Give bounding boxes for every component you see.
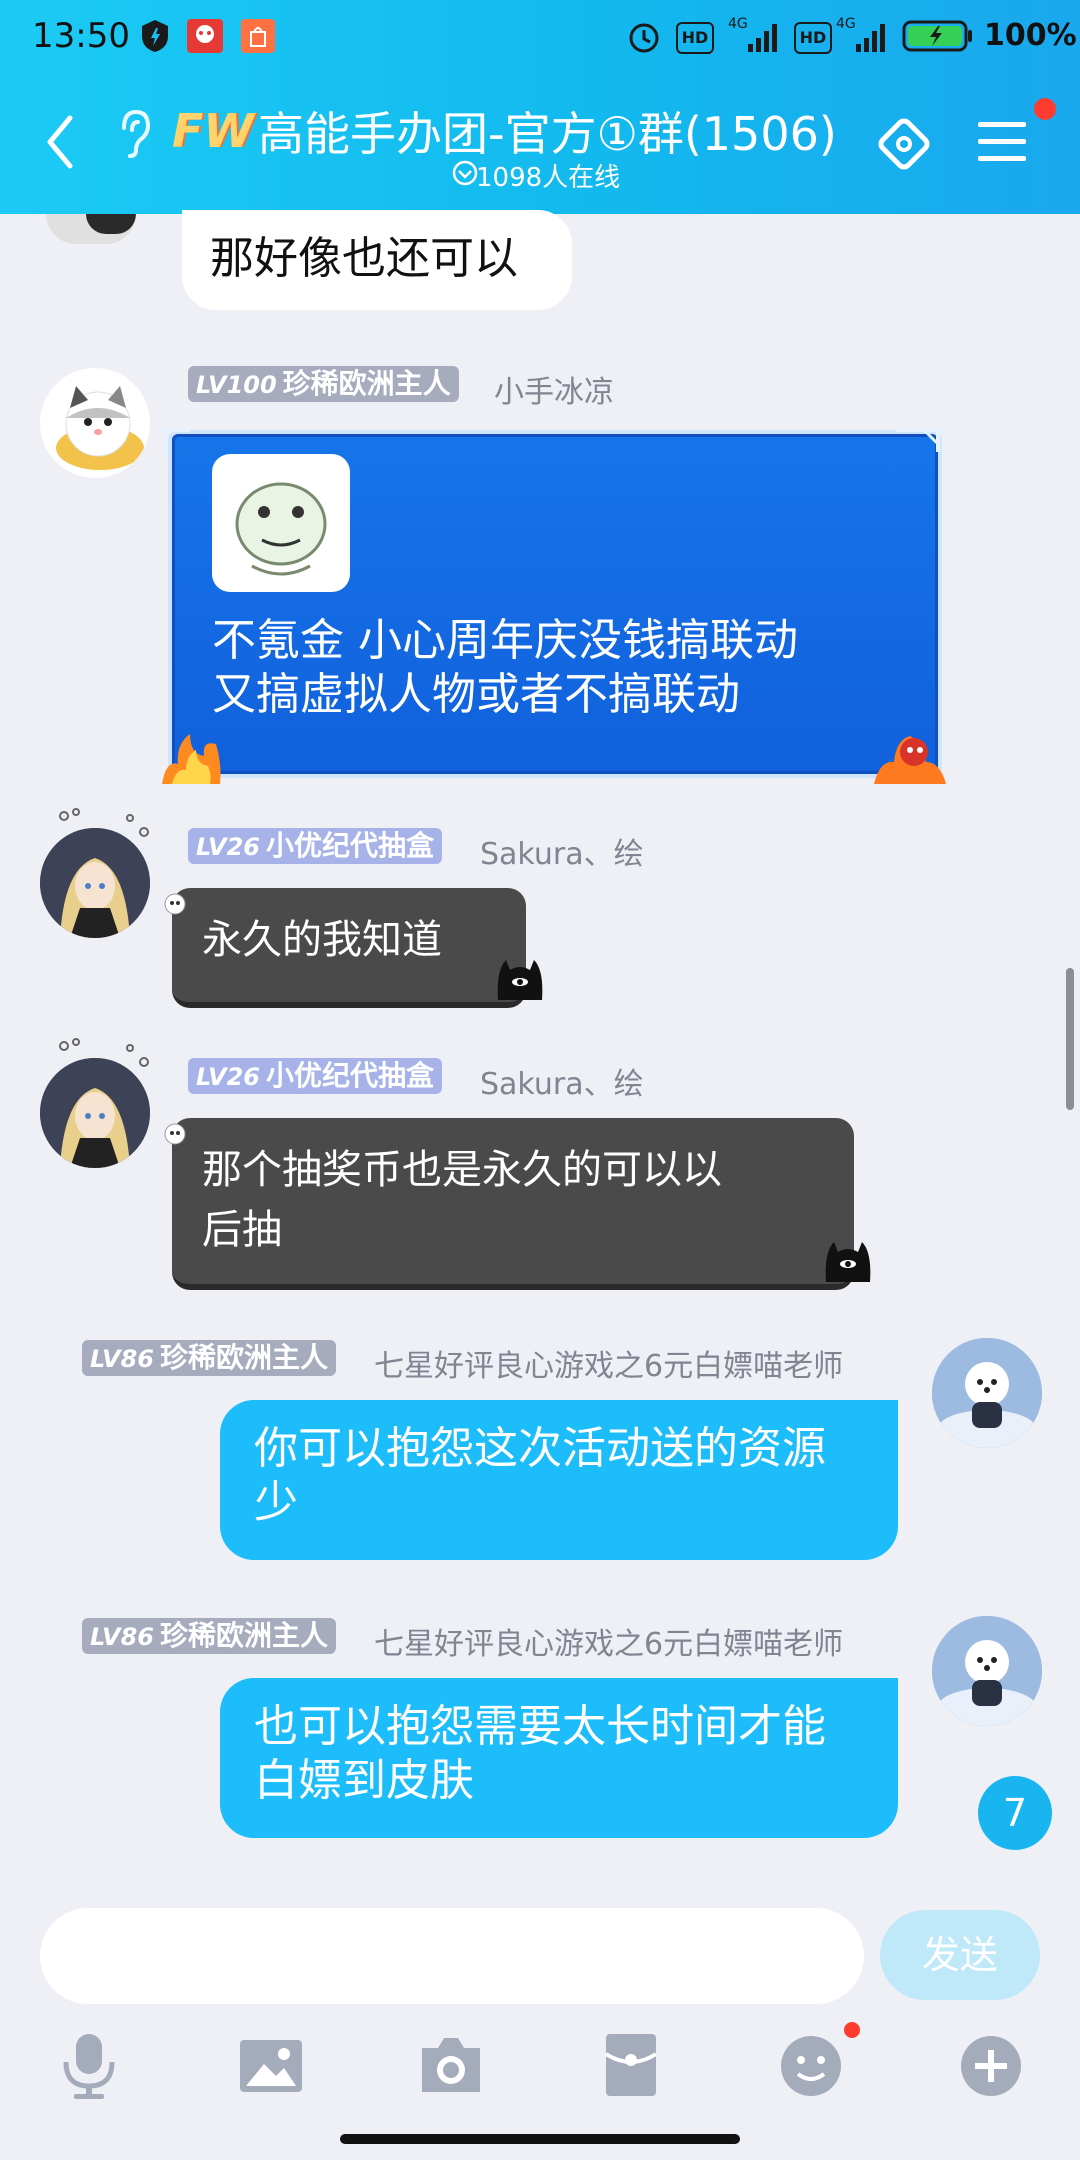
flame-decoration-icon [162,734,221,784]
level-label: LV26 [196,833,260,861]
battery-percent: 100% [984,18,1077,53]
message-text-line: 那个抽奖币也是永久的可以以 [202,1147,722,1193]
badge-title: 珍稀欧洲主人 [159,1341,328,1374]
signal-icon-2 [856,24,885,52]
online-count[interactable]: 1098人在线 [476,157,620,194]
dog-avatar-icon [932,1338,1042,1448]
group-logo: FW [172,104,255,158]
badge-title: 珍稀欧洲主人 [282,367,451,400]
special-message-bubble[interactable]: 不氪金 小心周年庆没钱搞联动 又搞虚拟人物或者不搞联动 [168,430,942,778]
scrollbar[interactable] [1066,968,1074,1110]
app-notification-icon [187,19,223,53]
corner-decoration-icon [164,428,190,454]
black-cat-decoration-icon [825,1242,871,1282]
sender-name[interactable]: Sakura、绘 [480,829,644,873]
sender-name[interactable]: 七星好评良心游戏之6元白嫖喵老师 [374,1619,843,1663]
ghost-decoration-icon [164,893,186,915]
member-level-badge: LV26 小优纪代抽盒 [188,1058,442,1094]
image-icon[interactable] [236,2030,306,2100]
member-level-badge: LV86 珍稀欧洲主人 [82,1618,336,1654]
avatar[interactable] [46,214,136,244]
message-text-line: 不氪金 小心周年庆没钱搞联动 [212,615,798,666]
hd-icon-2: HD [794,22,832,54]
avatar-decoration-icon [59,1038,149,1067]
message-text-line: 你可以抱怨这次活动送的资源 [254,1423,826,1474]
level-label: LV86 [90,1623,154,1651]
ghost-decoration-icon [164,1123,186,1145]
message-input[interactable] [40,1908,864,2004]
group-game-icon[interactable] [872,112,936,176]
mascot-decoration-icon [874,736,946,784]
battery-icon [902,20,972,52]
black-cat-decoration-icon [497,960,543,1000]
group-title[interactable]: 高能手办团-官方①群(1506) [258,98,837,164]
dog-avatar-icon [932,1616,1042,1726]
frog-sticker-icon [235,482,327,576]
member-level-badge: LV100 珍稀欧洲主人 [188,366,459,402]
badge-title: 小优纪代抽盒 [265,1059,434,1092]
badge-title: 小优纪代抽盒 [265,829,434,862]
back-arrow-icon[interactable] [40,112,80,172]
message-bubble[interactable]: 你可以抱怨这次活动送的资源 少 [220,1400,898,1560]
red-packet-icon[interactable] [596,2030,666,2100]
menu-icon[interactable] [976,118,1028,166]
message-text-line: 又搞虚拟人物或者不搞联动 [212,669,740,720]
level-label: LV86 [90,1345,154,1373]
avatar[interactable] [932,1616,1042,1726]
shield-icon [142,20,168,52]
message-bubble[interactable]: 那个抽奖币也是永久的可以以 后抽 [172,1118,854,1290]
message-text: 那好像也还可以 [210,233,518,284]
level-label: LV26 [196,1063,260,1091]
online-chevron-icon [452,160,478,186]
message-bubble[interactable]: 也可以抱怨需要太长时间才能 白嫖到皮肤 [220,1678,898,1838]
member-level-badge: LV86 珍稀欧洲主人 [82,1340,336,1376]
message-text-line: 少 [254,1477,298,1528]
message-text: 永久的我知道 [202,917,442,963]
message-text-line: 白嫖到皮肤 [254,1755,474,1806]
avatar[interactable] [40,368,150,478]
emoji-icon[interactable] [776,2030,846,2100]
message-text-line: 也可以抱怨需要太长时间才能 [254,1701,826,1752]
cat-avatar-icon [56,386,144,470]
ear-icon[interactable] [116,108,152,160]
signal-icon [748,24,777,52]
message-bubble[interactable]: 永久的我知道 [172,888,526,1008]
status-time: 13:50 [32,16,130,56]
level-label: LV100 [196,371,277,399]
send-button[interactable]: 发送 [880,1910,1040,2000]
chat-header: 13:50 HD 4G HD 4G 100% FW 高能手办团-官方①群(150… [0,0,1080,214]
sender-name[interactable]: 小手冰凉 [494,367,614,411]
shopping-bag-icon [241,19,275,53]
avatar[interactable] [932,1338,1042,1448]
sender-name[interactable]: Sakura、绘 [480,1059,644,1103]
message-bubble[interactable]: 那好像也还可以 [182,210,572,310]
message-text-line: 后抽 [202,1207,282,1253]
alarm-icon [629,23,659,53]
emoji-notification-dot [844,2022,860,2038]
plus-icon[interactable] [956,2030,1026,2100]
microphone-icon[interactable] [54,2030,124,2100]
home-indicator[interactable] [340,2134,740,2144]
menu-notification-dot [1034,98,1056,120]
unread-count-badge[interactable]: 7 [978,1776,1052,1850]
member-level-badge: LV26 小优纪代抽盒 [188,828,442,864]
corner-decoration-icon [896,428,940,452]
sticker-image[interactable] [212,454,350,592]
hd-icon: HD [676,22,714,54]
badge-title: 珍稀欧洲主人 [159,1619,328,1652]
avatar-decoration-icon [59,808,149,837]
sender-name[interactable]: 七星好评良心游戏之6元白嫖喵老师 [374,1341,843,1385]
camera-icon[interactable] [416,2030,486,2100]
